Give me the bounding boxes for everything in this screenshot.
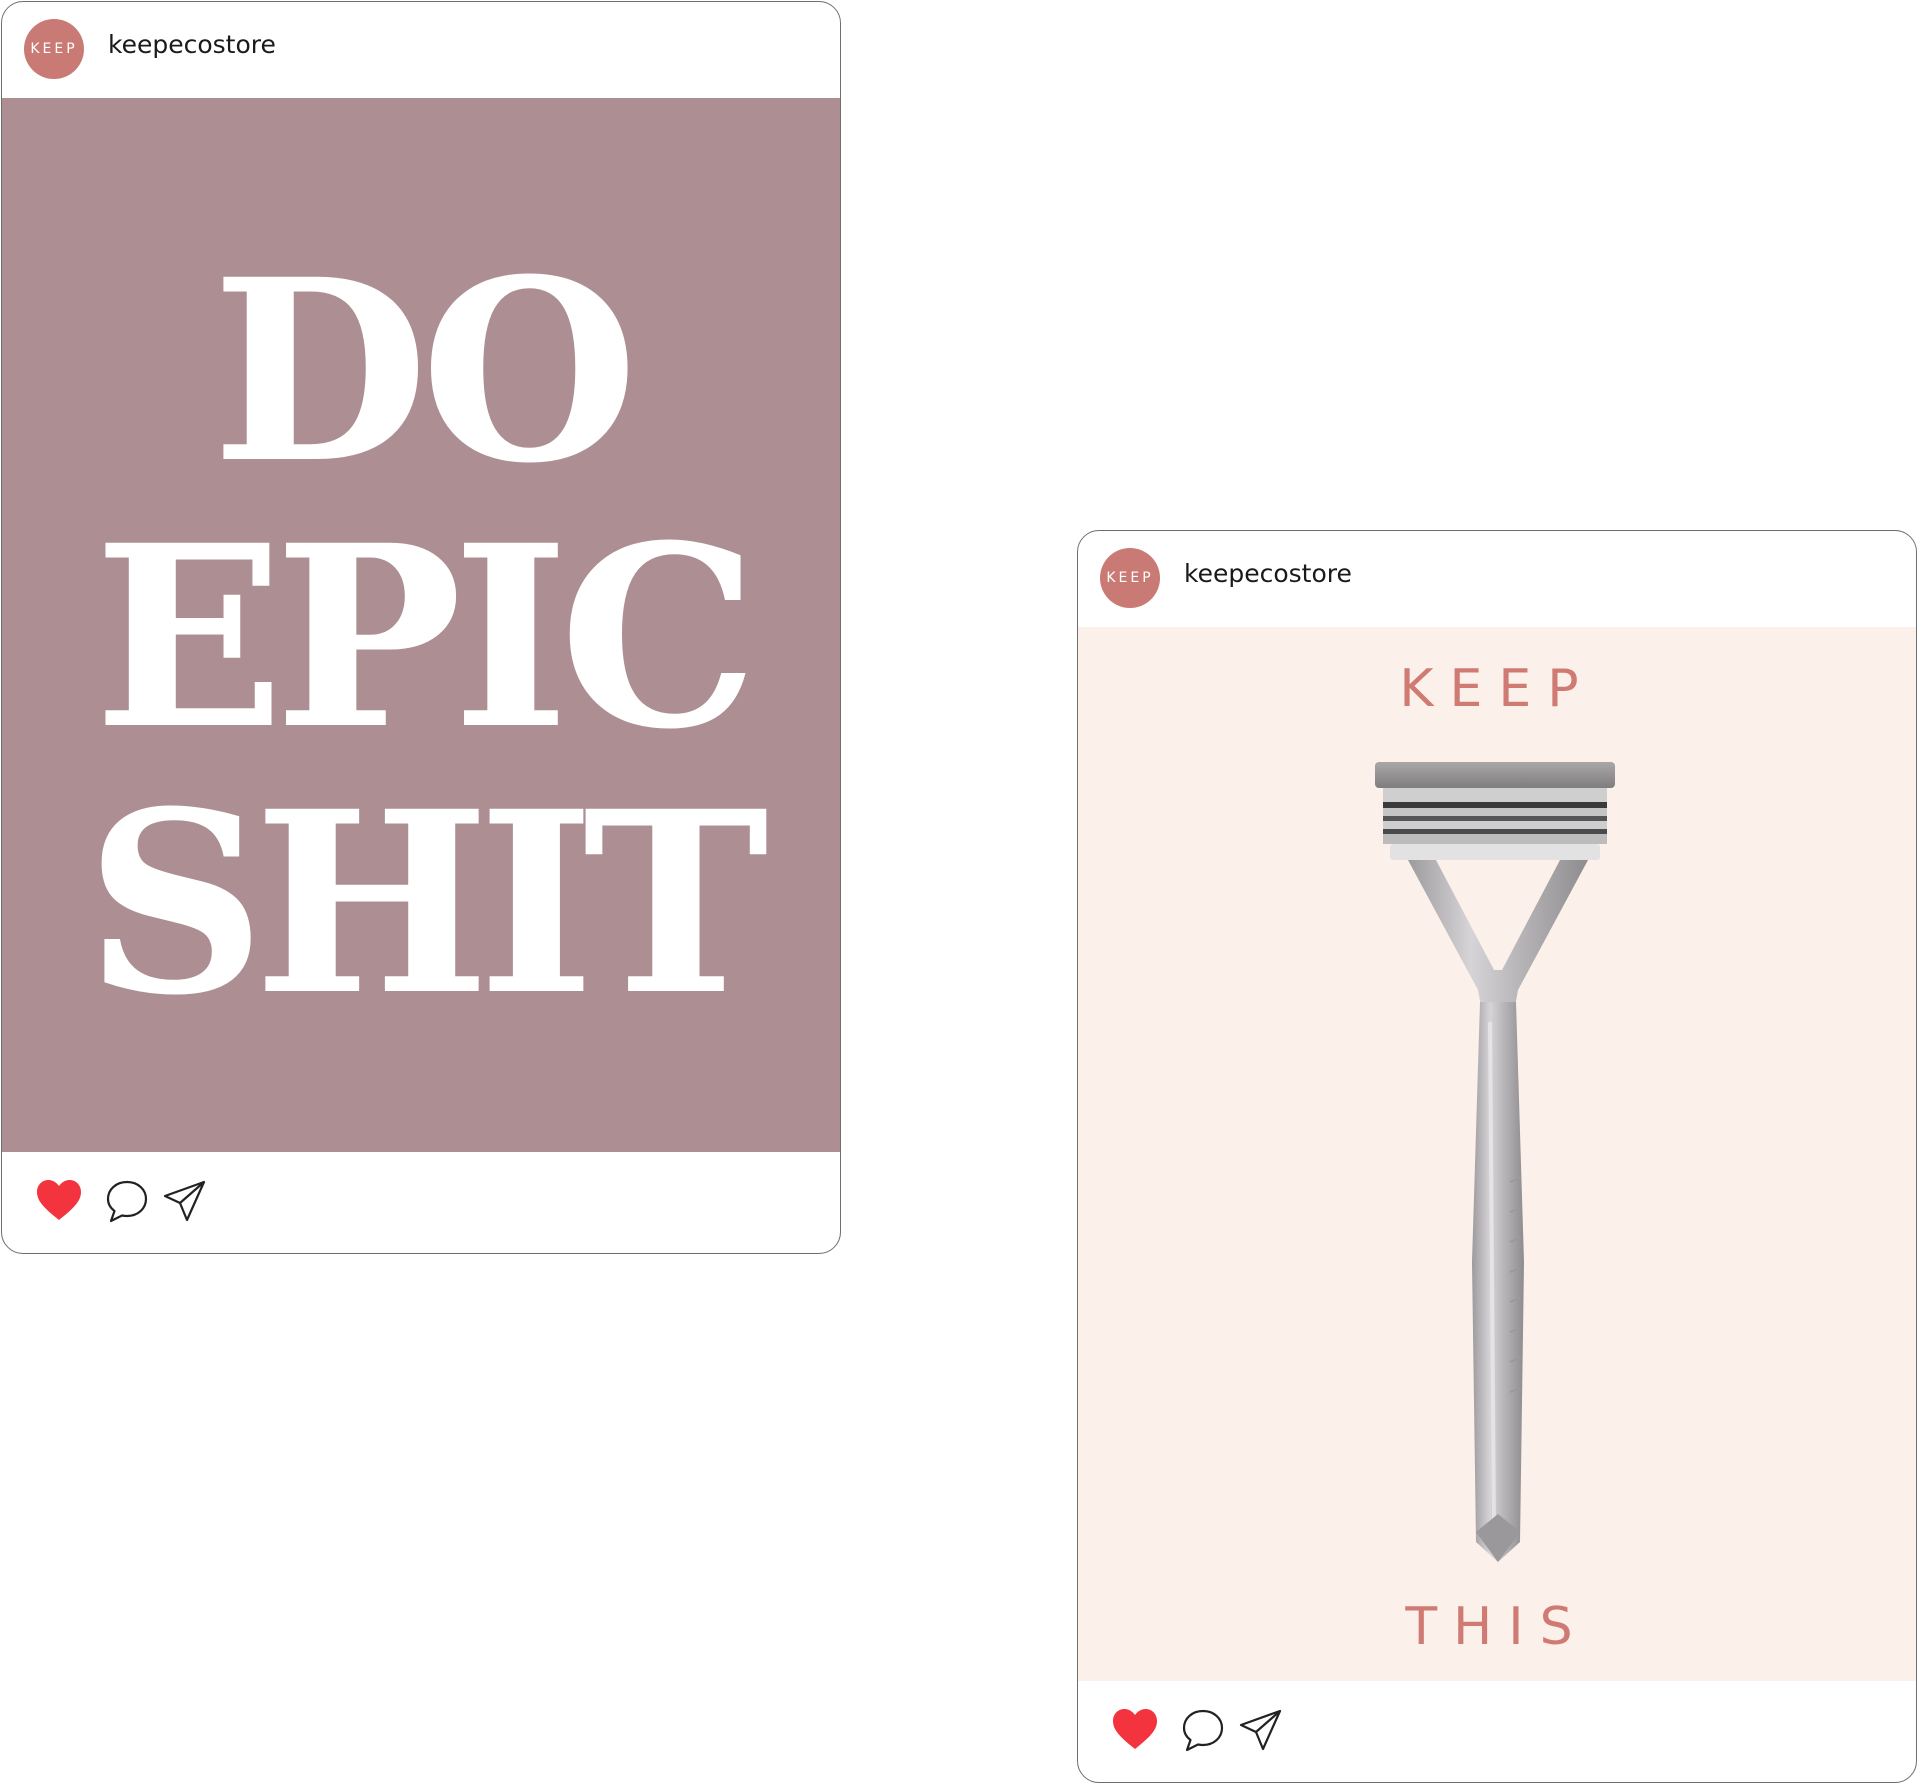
avatar[interactable]: KEEP <box>1100 548 1160 608</box>
ad-headline-top: KEEP <box>1399 659 1595 719</box>
poster-text-line: EPIC <box>93 490 758 784</box>
post-image: KEEP THIS <box>1078 627 1916 1681</box>
post-actions <box>1078 1681 1916 1781</box>
post-header: KEEP keepecostore <box>1078 531 1916 627</box>
post-card: KEEP keepecostore KEEP THIS <box>1077 530 1917 1783</box>
send-icon[interactable] <box>1236 1705 1286 1755</box>
ad-headline-bottom: THIS <box>1405 1597 1589 1657</box>
heart-icon[interactable] <box>34 1176 84 1226</box>
poster-text-line: SHIT <box>85 756 769 1050</box>
poster-text-line: DO <box>211 224 639 518</box>
username[interactable]: keepecostore <box>108 30 276 59</box>
avatar[interactable]: KEEP <box>24 19 84 79</box>
comment-icon[interactable] <box>1178 1705 1228 1755</box>
post-image: DO EPIC SHIT <box>2 98 840 1152</box>
send-icon[interactable] <box>160 1176 210 1226</box>
post-card: KEEP keepecostore DO EPIC SHIT <box>1 1 841 1254</box>
post-actions <box>2 1152 840 1252</box>
post-header: KEEP keepecostore <box>2 2 840 98</box>
heart-icon[interactable] <box>1110 1705 1160 1755</box>
username[interactable]: keepecostore <box>1184 559 1352 588</box>
comment-icon[interactable] <box>102 1176 152 1226</box>
razor-image <box>1375 762 1615 1562</box>
